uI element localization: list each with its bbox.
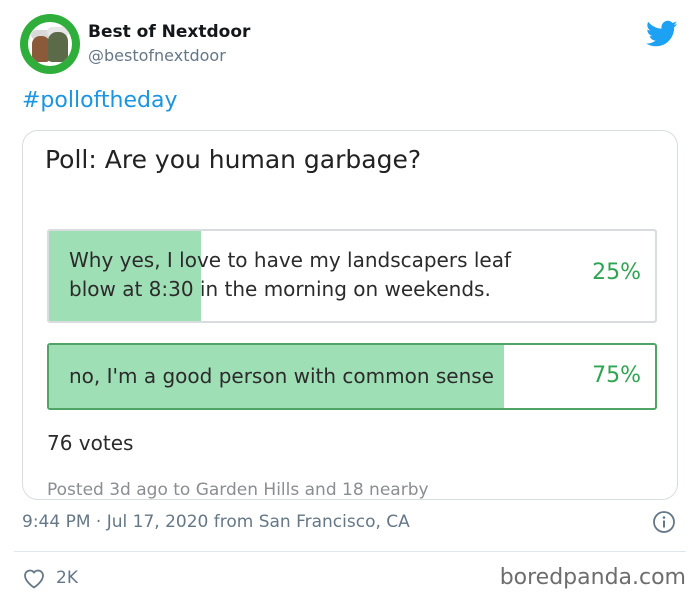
poll-option-1-percent: 25% [592,260,641,285]
avatar-image [28,22,72,66]
vote-count: 76 votes [47,431,134,455]
poll-title: Poll: Are you human garbage? [45,145,422,174]
account-handle[interactable]: @bestofnextdoor [88,46,226,65]
posted-info: Posted 3d ago to Garden Hills and 18 nea… [47,480,429,500]
heart-icon [24,569,44,589]
poll-option-1-text: Why yes, I love to have my landscapers l… [69,248,512,301]
tweet-timestamp[interactable]: 9:44 PM · Jul 17, 2020 from San Francisc… [22,512,410,532]
poll-option-2[interactable]: no, I'm a good person with common sense … [47,343,657,410]
poll-option-2-percent: 75% [592,363,641,388]
watermark: boredpanda.com [499,565,686,590]
divider [14,551,686,552]
account-name[interactable]: Best of Nextdoor [88,22,250,42]
poll-option-1[interactable]: Why yes, I love to have my landscapers l… [47,229,657,323]
hashtag-link[interactable]: #polloftheday [22,88,177,113]
twitter-bird-icon[interactable] [646,20,678,48]
like-button[interactable]: 2K [22,565,78,591]
like-count: 2K [56,568,78,588]
poll-option-2-text: no, I'm a good person with common sense [69,364,494,388]
avatar[interactable] [20,14,80,74]
info-icon[interactable] [652,510,676,534]
poll-screenshot-card[interactable]: Poll: Are you human garbage? Why yes, I … [22,130,678,500]
tweet-header: Best of Nextdoor @bestofnextdoor [14,14,686,78]
